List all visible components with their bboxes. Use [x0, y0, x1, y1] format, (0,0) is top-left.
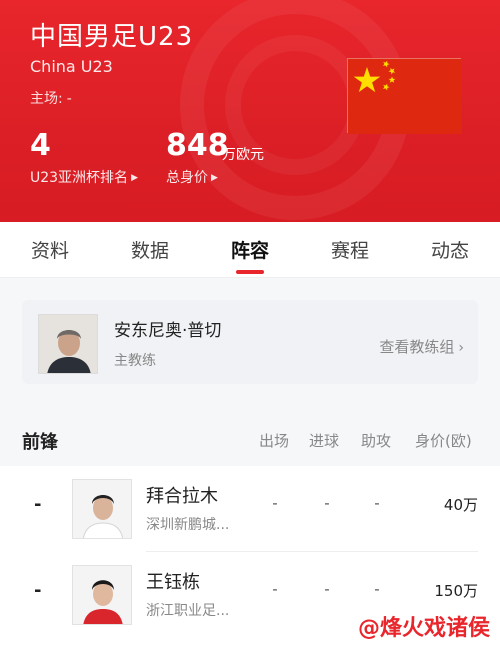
view-coaching-staff-label: 查看教练组	[379, 338, 455, 356]
caret-right-icon: ▶	[131, 173, 138, 183]
home-venue-label: 主场:	[30, 91, 63, 107]
tab-squad[interactable]: 阵容	[220, 236, 280, 263]
player-club: 浙江职业足...	[146, 603, 230, 619]
coach-name: 安东尼奥·普切	[114, 321, 222, 341]
player-goals: -	[324, 580, 330, 598]
market-value-label-link[interactable]: 总身价 ▶	[166, 167, 218, 187]
player-avatar	[72, 479, 132, 539]
view-coaching-staff-link[interactable]: 查看教练组 ›	[379, 336, 464, 357]
player-club: 深圳新鹏城...	[146, 517, 230, 533]
coach-section: 安东尼奥·普切 主教练 查看教练组 ›	[0, 296, 500, 408]
rank-label: U23亚洲杯排名	[30, 170, 129, 186]
tab-schedule[interactable]: 赛程	[320, 236, 380, 263]
china-flag-icon	[347, 58, 462, 134]
column-header-goals: 进球	[309, 432, 340, 450]
player-number: -	[34, 494, 42, 515]
position-group-title: 前锋	[22, 432, 58, 453]
tab-news[interactable]: 动态	[420, 236, 480, 263]
market-value-unit: 万欧元	[222, 147, 264, 163]
chevron-right-icon: ›	[458, 340, 464, 356]
player-avatar-svg	[73, 480, 131, 538]
home-venue-value: -	[66, 91, 72, 107]
column-header-value: 身价(欧)	[415, 432, 472, 450]
coach-avatar-svg	[39, 315, 97, 373]
tab-stats[interactable]: 数据	[120, 236, 180, 263]
player-assists: -	[374, 494, 380, 512]
watermark-credit: @烽火戏诸侯	[353, 610, 494, 642]
player-avatar	[72, 565, 132, 625]
player-number: -	[34, 580, 42, 601]
player-goals: -	[324, 494, 330, 512]
player-row[interactable]: - 拜合拉木 深圳新鹏城... - - - 40万	[0, 466, 500, 552]
player-apps: -	[272, 494, 278, 512]
china-flag-svg	[348, 59, 462, 134]
player-apps: -	[272, 580, 278, 598]
tab-profile[interactable]: 资料	[20, 236, 80, 263]
position-group-header: 前锋 出场 进球 助攻 身价(欧)	[0, 408, 500, 466]
home-venue: 主场: -	[30, 88, 72, 108]
tab-bar: 资料 数据 阵容 赛程 动态	[0, 222, 500, 278]
active-tab-indicator	[236, 270, 264, 274]
player-name: 拜合拉木	[146, 486, 218, 507]
player-assists: -	[374, 580, 380, 598]
coach-role: 主教练	[114, 353, 156, 369]
section-gap	[0, 278, 500, 296]
player-avatar-svg	[73, 566, 131, 624]
market-value: 848	[166, 128, 229, 163]
player-name: 王钰栋	[146, 572, 200, 593]
rank-value: 4	[30, 128, 51, 163]
coach-card[interactable]: 安东尼奥·普切 主教练 查看教练组 ›	[22, 300, 478, 384]
column-header-apps: 出场	[259, 432, 290, 450]
coach-avatar	[38, 314, 98, 374]
player-market-value: 150万	[434, 582, 478, 600]
rank-label-link[interactable]: U23亚洲杯排名 ▶	[30, 167, 138, 187]
caret-right-icon: ▶	[211, 173, 218, 183]
player-market-value: 40万	[443, 496, 478, 514]
column-header-assists: 助攻	[361, 432, 392, 450]
team-header: 中国男足U23 China U23 主场: - 4 U23亚洲杯排名 ▶ 848 万…	[0, 0, 500, 222]
team-english-name: China U23	[30, 57, 113, 76]
market-value-label: 总身价	[166, 170, 208, 186]
team-name: 中国男足U23	[30, 22, 194, 52]
